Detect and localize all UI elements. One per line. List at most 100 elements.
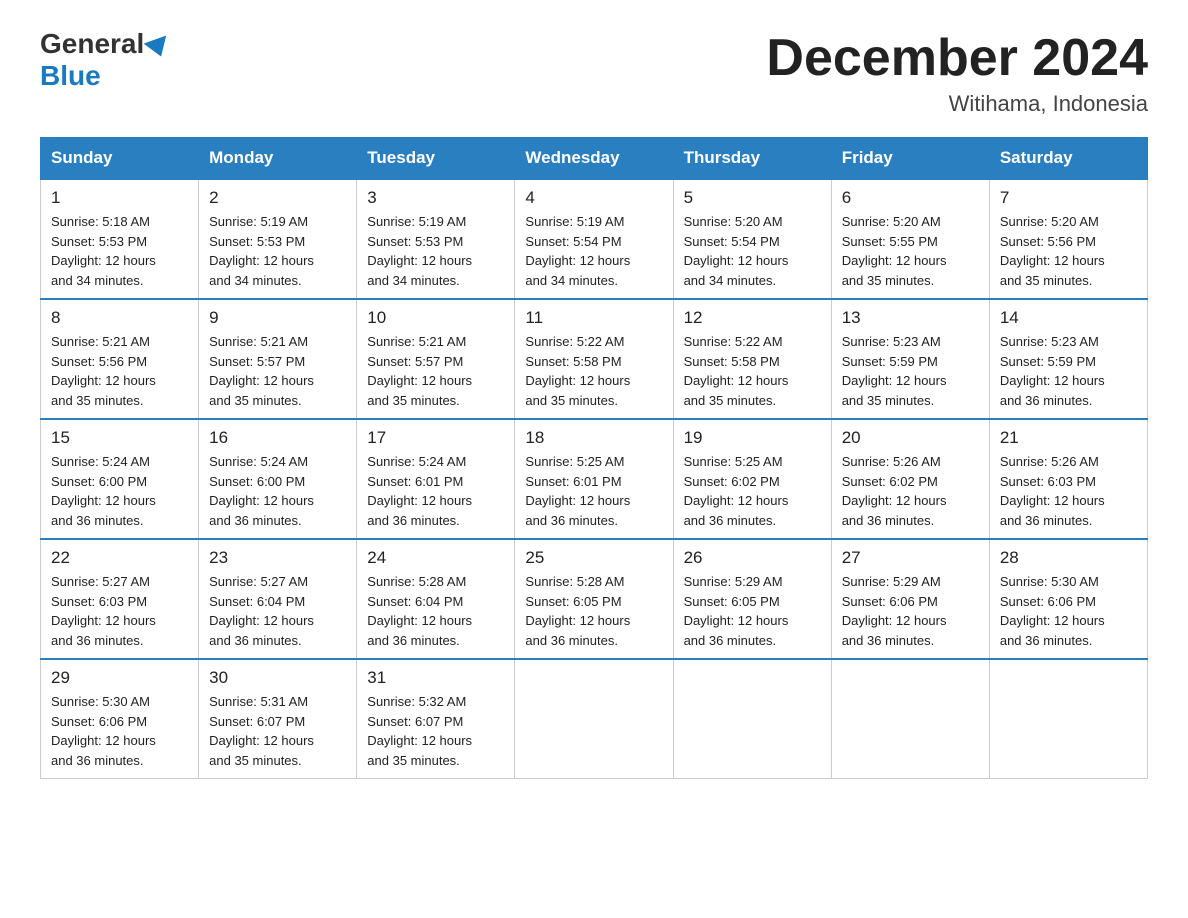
calendar-header: SundayMondayTuesdayWednesdayThursdayFrid… (41, 138, 1148, 180)
day-number: 9 (209, 308, 346, 328)
calendar-cell: 12 Sunrise: 5:22 AMSunset: 5:58 PMDayligh… (673, 299, 831, 419)
calendar-cell: 25 Sunrise: 5:28 AMSunset: 6:05 PMDayligh… (515, 539, 673, 659)
calendar-cell: 6 Sunrise: 5:20 AMSunset: 5:55 PMDaylight… (831, 179, 989, 299)
day-info: Sunrise: 5:20 AMSunset: 5:55 PMDaylight:… (842, 212, 979, 290)
calendar-cell: 17 Sunrise: 5:24 AMSunset: 6:01 PMDayligh… (357, 419, 515, 539)
day-number: 17 (367, 428, 504, 448)
header-cell-tuesday: Tuesday (357, 138, 515, 180)
day-info: Sunrise: 5:28 AMSunset: 6:04 PMDaylight:… (367, 572, 504, 650)
day-number: 4 (525, 188, 662, 208)
day-number: 30 (209, 668, 346, 688)
header-row: SundayMondayTuesdayWednesdayThursdayFrid… (41, 138, 1148, 180)
day-number: 27 (842, 548, 979, 568)
day-number: 22 (51, 548, 188, 568)
day-info: Sunrise: 5:24 AMSunset: 6:01 PMDaylight:… (367, 452, 504, 530)
day-info: Sunrise: 5:23 AMSunset: 5:59 PMDaylight:… (1000, 332, 1137, 410)
calendar-cell: 5Sunrise: 5:20 AMSunset: 5:54 PMDaylight… (673, 179, 831, 299)
day-info: Sunrise: 5:27 AMSunset: 6:03 PMDaylight:… (51, 572, 188, 650)
calendar-cell: 24Sunrise: 5:28 AMSunset: 6:04 PMDayligh… (357, 539, 515, 659)
day-number: 20 (842, 428, 979, 448)
day-number: 19 (684, 428, 821, 448)
calendar-cell: 31 Sunrise: 5:32 AMSunset: 6:07 PMDayligh… (357, 659, 515, 779)
day-info: Sunrise: 5:24 AMSunset: 6:00 PMDaylight:… (51, 452, 188, 530)
calendar-cell (989, 659, 1147, 779)
calendar-cell: 2 Sunrise: 5:19 AMSunset: 5:53 PMDaylight… (199, 179, 357, 299)
calendar-cell: 27Sunrise: 5:29 AMSunset: 6:06 PMDayligh… (831, 539, 989, 659)
day-number: 15 (51, 428, 188, 448)
day-info: Sunrise: 5:29 AMSunset: 6:05 PMDaylight:… (684, 572, 821, 650)
calendar-week-4: 22 Sunrise: 5:27 AMSunset: 6:03 PMDayligh… (41, 539, 1148, 659)
calendar-week-5: 29Sunrise: 5:30 AMSunset: 6:06 PMDayligh… (41, 659, 1148, 779)
location: Witihama, Indonesia (766, 91, 1148, 117)
calendar-cell: 29Sunrise: 5:30 AMSunset: 6:06 PMDayligh… (41, 659, 199, 779)
page-header: General Blue December 2024 Witihama, Ind… (40, 30, 1148, 117)
calendar-cell (831, 659, 989, 779)
day-info: Sunrise: 5:21 AMSunset: 5:57 PMDaylight:… (209, 332, 346, 410)
calendar-cell: 20Sunrise: 5:26 AMSunset: 6:02 PMDayligh… (831, 419, 989, 539)
header-cell-wednesday: Wednesday (515, 138, 673, 180)
day-info: Sunrise: 5:22 AMSunset: 5:58 PMDaylight:… (525, 332, 662, 410)
day-info: Sunrise: 5:19 AMSunset: 5:53 PMDaylight:… (209, 212, 346, 290)
day-number: 12 (684, 308, 821, 328)
day-number: 6 (842, 188, 979, 208)
calendar-cell: 3 Sunrise: 5:19 AMSunset: 5:53 PMDaylight… (357, 179, 515, 299)
day-number: 7 (1000, 188, 1137, 208)
day-info: Sunrise: 5:31 AMSunset: 6:07 PMDaylight:… (209, 692, 346, 770)
day-info: Sunrise: 5:30 AMSunset: 6:06 PMDaylight:… (1000, 572, 1137, 650)
day-number: 23 (209, 548, 346, 568)
day-number: 31 (367, 668, 504, 688)
header-cell-monday: Monday (199, 138, 357, 180)
day-number: 16 (209, 428, 346, 448)
calendar-cell: 13 Sunrise: 5:23 AMSunset: 5:59 PMDayligh… (831, 299, 989, 419)
day-info: Sunrise: 5:22 AMSunset: 5:58 PMDaylight:… (684, 332, 821, 410)
day-info: Sunrise: 5:21 AMSunset: 5:57 PMDaylight:… (367, 332, 504, 410)
day-info: Sunrise: 5:20 AMSunset: 5:56 PMDaylight:… (1000, 212, 1137, 290)
day-number: 2 (209, 188, 346, 208)
calendar-cell: 10 Sunrise: 5:21 AMSunset: 5:57 PMDayligh… (357, 299, 515, 419)
header-cell-thursday: Thursday (673, 138, 831, 180)
calendar-week-3: 15 Sunrise: 5:24 AMSunset: 6:00 PMDayligh… (41, 419, 1148, 539)
header-cell-saturday: Saturday (989, 138, 1147, 180)
calendar-cell: 8 Sunrise: 5:21 AMSunset: 5:56 PMDaylight… (41, 299, 199, 419)
day-info: Sunrise: 5:24 AMSunset: 6:00 PMDaylight:… (209, 452, 346, 530)
day-info: Sunrise: 5:21 AMSunset: 5:56 PMDaylight:… (51, 332, 188, 410)
calendar-week-2: 8 Sunrise: 5:21 AMSunset: 5:56 PMDaylight… (41, 299, 1148, 419)
day-info: Sunrise: 5:19 AMSunset: 5:53 PMDaylight:… (367, 212, 504, 290)
day-info: Sunrise: 5:23 AMSunset: 5:59 PMDaylight:… (842, 332, 979, 410)
day-number: 1 (51, 188, 188, 208)
month-title: December 2024 (766, 30, 1148, 87)
day-info: Sunrise: 5:19 AMSunset: 5:54 PMDaylight:… (525, 212, 662, 290)
calendar-cell: 22 Sunrise: 5:27 AMSunset: 6:03 PMDayligh… (41, 539, 199, 659)
day-number: 10 (367, 308, 504, 328)
day-number: 8 (51, 308, 188, 328)
day-info: Sunrise: 5:32 AMSunset: 6:07 PMDaylight:… (367, 692, 504, 770)
calendar-cell: 4 Sunrise: 5:19 AMSunset: 5:54 PMDaylight… (515, 179, 673, 299)
logo-arrow-icon (144, 35, 173, 60)
day-info: Sunrise: 5:28 AMSunset: 6:05 PMDaylight:… (525, 572, 662, 650)
day-info: Sunrise: 5:18 AMSunset: 5:53 PMDaylight:… (51, 212, 188, 290)
day-number: 11 (525, 308, 662, 328)
day-info: Sunrise: 5:25 AMSunset: 6:01 PMDaylight:… (525, 452, 662, 530)
header-cell-friday: Friday (831, 138, 989, 180)
calendar-cell: 21 Sunrise: 5:26 AMSunset: 6:03 PMDayligh… (989, 419, 1147, 539)
calendar-cell (673, 659, 831, 779)
calendar-cell: 30 Sunrise: 5:31 AMSunset: 6:07 PMDayligh… (199, 659, 357, 779)
calendar-cell: 26 Sunrise: 5:29 AMSunset: 6:05 PMDayligh… (673, 539, 831, 659)
day-info: Sunrise: 5:26 AMSunset: 6:03 PMDaylight:… (1000, 452, 1137, 530)
logo-blue-text: Blue (40, 60, 101, 92)
day-number: 13 (842, 308, 979, 328)
day-number: 21 (1000, 428, 1137, 448)
calendar-cell: 19Sunrise: 5:25 AMSunset: 6:02 PMDayligh… (673, 419, 831, 539)
day-number: 5 (684, 188, 821, 208)
title-block: December 2024 Witihama, Indonesia (766, 30, 1148, 117)
day-number: 26 (684, 548, 821, 568)
calendar-table: SundayMondayTuesdayWednesdayThursdayFrid… (40, 137, 1148, 779)
calendar-cell: 1 Sunrise: 5:18 AMSunset: 5:53 PMDaylight… (41, 179, 199, 299)
calendar-body: 1 Sunrise: 5:18 AMSunset: 5:53 PMDaylight… (41, 179, 1148, 779)
day-number: 25 (525, 548, 662, 568)
calendar-cell: 28 Sunrise: 5:30 AMSunset: 6:06 PMDayligh… (989, 539, 1147, 659)
day-number: 3 (367, 188, 504, 208)
day-number: 28 (1000, 548, 1137, 568)
calendar-cell: 14Sunrise: 5:23 AMSunset: 5:59 PMDayligh… (989, 299, 1147, 419)
logo: General Blue (40, 30, 172, 92)
